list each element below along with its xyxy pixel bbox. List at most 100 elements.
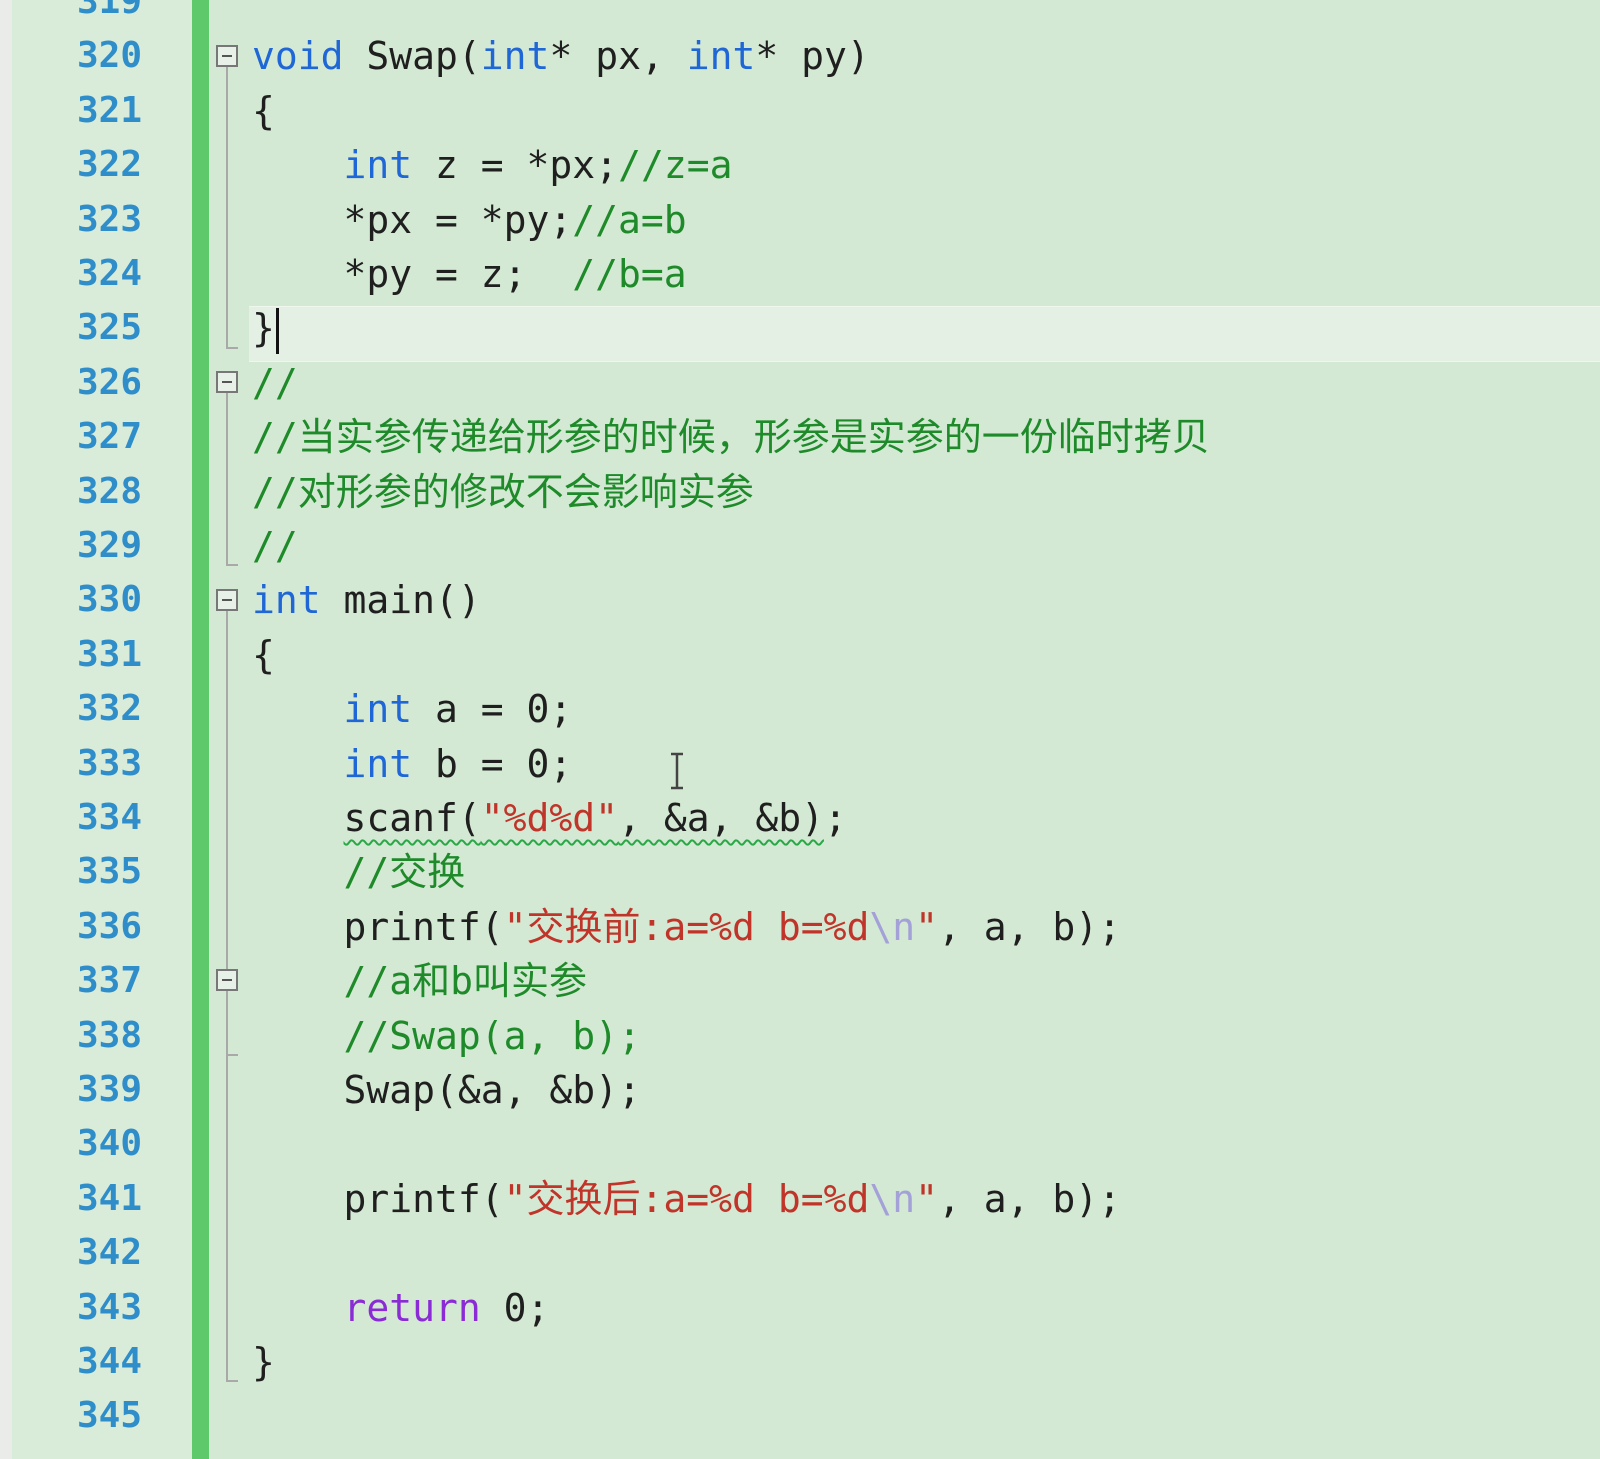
code-line[interactable]: scanf("%d%d", &a, &b);	[252, 790, 847, 846]
code-line[interactable]: int b = 0;	[252, 736, 573, 792]
code-token: , &a, &b)	[618, 796, 824, 840]
code-line[interactable]: }	[252, 300, 279, 356]
line-number: 331	[76, 633, 142, 675]
code-line[interactable]: void Swap(int* px, int* py)	[252, 28, 870, 84]
collapse-minus-icon[interactable]	[216, 969, 238, 992]
code-token: //Swap(a, b);	[343, 1013, 641, 1058]
code-line[interactable]: int main()	[252, 572, 481, 628]
code-token: int	[480, 34, 550, 79]
code-line[interactable]: {	[252, 627, 275, 683]
code-line[interactable]: *py = z; //b=a	[252, 246, 687, 302]
code-line[interactable]: return 0;	[252, 1280, 550, 1336]
fold-guide-line	[226, 393, 228, 565]
code-line[interactable]: //交换	[252, 844, 466, 900]
code-token: //	[252, 524, 298, 568]
line-number: 326	[76, 361, 142, 403]
fold-guide-end	[226, 1053, 238, 1056]
code-token: Swap(&a, &b);	[252, 1068, 641, 1112]
code-line[interactable]: printf("交换前:a=%d b=%d\n", a, b);	[252, 899, 1122, 955]
code-line[interactable]: //Swap(a, b);	[252, 1008, 641, 1064]
code-token: {	[252, 88, 275, 133]
line-number-gutter[interactable]: 319 320 321 322 323 324 325 326 327 328 329 330 331 3…	[12, 0, 192, 1459]
code-editor[interactable]: 319 320 321 322 323 324 325 326 327 328 329 330 331 3…	[0, 0, 1600, 1459]
code-line[interactable]: //a和b叫实参	[252, 953, 588, 1009]
code-token: //a和b叫实参	[343, 959, 588, 1004]
line-number: 335	[76, 851, 142, 893]
code-token: "交换前:a=%d b=%d	[503, 904, 870, 949]
code-token: //z=a	[618, 143, 733, 188]
line-number: 336	[76, 905, 142, 947]
code-token: *px = *py;	[252, 197, 573, 242]
fold-guide-line	[226, 991, 228, 1054]
line-number: 333	[76, 742, 142, 784]
code-token: printf(	[252, 904, 504, 949]
code-token: int	[343, 687, 413, 732]
code-line[interactable]: printf("交换后:a=%d b=%d\n", a, b);	[252, 1171, 1122, 1227]
fold-guide-end	[226, 1380, 238, 1383]
code-token: a = 0;	[412, 687, 573, 732]
line-number: 329	[76, 525, 142, 566]
current-line-highlight	[249, 306, 1600, 362]
collapse-minus-icon[interactable]	[216, 371, 238, 393]
code-token: }	[252, 306, 275, 351]
line-number: 334	[76, 797, 142, 838]
line-number: 342	[76, 1232, 142, 1274]
change-indicator-bar	[192, 0, 209, 1459]
code-token: printf(	[252, 1176, 504, 1221]
fold-margin[interactable]	[209, 0, 249, 1459]
code-token: int	[343, 741, 413, 786]
code-token: return	[343, 1285, 481, 1330]
code-line[interactable]: //对形参的修改不会影响实参	[252, 464, 754, 520]
code-line[interactable]: Swap(&a, &b);	[252, 1062, 641, 1118]
fold-guide-line	[226, 66, 228, 347]
code-token: }	[252, 1340, 275, 1384]
line-number: 338	[76, 1014, 142, 1056]
code-line[interactable]: //	[252, 355, 298, 411]
code-line[interactable]: {	[252, 83, 275, 139]
code-token: int	[686, 34, 756, 79]
line-number: 319	[76, 0, 142, 22]
code-line[interactable]: int z = *px;//z=a	[252, 137, 733, 193]
code-line[interactable]: *px = *py;//a=b	[252, 192, 687, 248]
collapse-minus-icon[interactable]	[216, 588, 238, 611]
code-token: void	[252, 34, 344, 79]
line-number: 332	[76, 688, 142, 730]
code-token: "	[915, 904, 938, 949]
code-token: *py = z;	[252, 252, 573, 296]
code-token: //当实参传递给形参的时候，形参是实参的一份临时拷贝	[252, 415, 1210, 460]
code-token: //交换	[343, 850, 466, 895]
left-edge-strip	[0, 0, 12, 1459]
code-token: b = 0;	[412, 741, 573, 786]
code-token: scanf(	[343, 796, 481, 840]
code-token: * py)	[755, 34, 870, 79]
code-token: "%d%d"	[480, 796, 619, 840]
code-line[interactable]: //	[252, 518, 298, 574]
code-token: \n	[869, 904, 916, 949]
line-number: 330	[76, 579, 142, 621]
line-number: 340	[76, 1123, 142, 1165]
fold-guide-end	[226, 564, 238, 567]
line-number: 345	[76, 1395, 142, 1437]
code-token: int	[343, 143, 413, 188]
code-token: , a, b);	[938, 904, 1122, 949]
code-token: ;	[823, 796, 847, 840]
text-ibeam-cursor-icon	[671, 752, 683, 790]
code-token: z = *px;	[412, 143, 619, 188]
code-token: , a, b);	[938, 1176, 1122, 1221]
code-token: main()	[320, 578, 481, 623]
code-line[interactable]: }	[252, 1334, 275, 1390]
code-token: Swap(	[343, 34, 481, 79]
code-line[interactable]: //当实参传递给形参的时候，形参是实参的一份临时拷贝	[252, 409, 1210, 465]
collapse-minus-icon[interactable]	[216, 44, 238, 67]
line-number: 327	[76, 416, 142, 458]
line-number: 324	[76, 253, 142, 294]
code-line[interactable]: int a = 0;	[252, 681, 573, 737]
text-caret	[275, 307, 279, 354]
line-number: 328	[76, 470, 142, 512]
line-number: 337	[76, 960, 142, 1002]
